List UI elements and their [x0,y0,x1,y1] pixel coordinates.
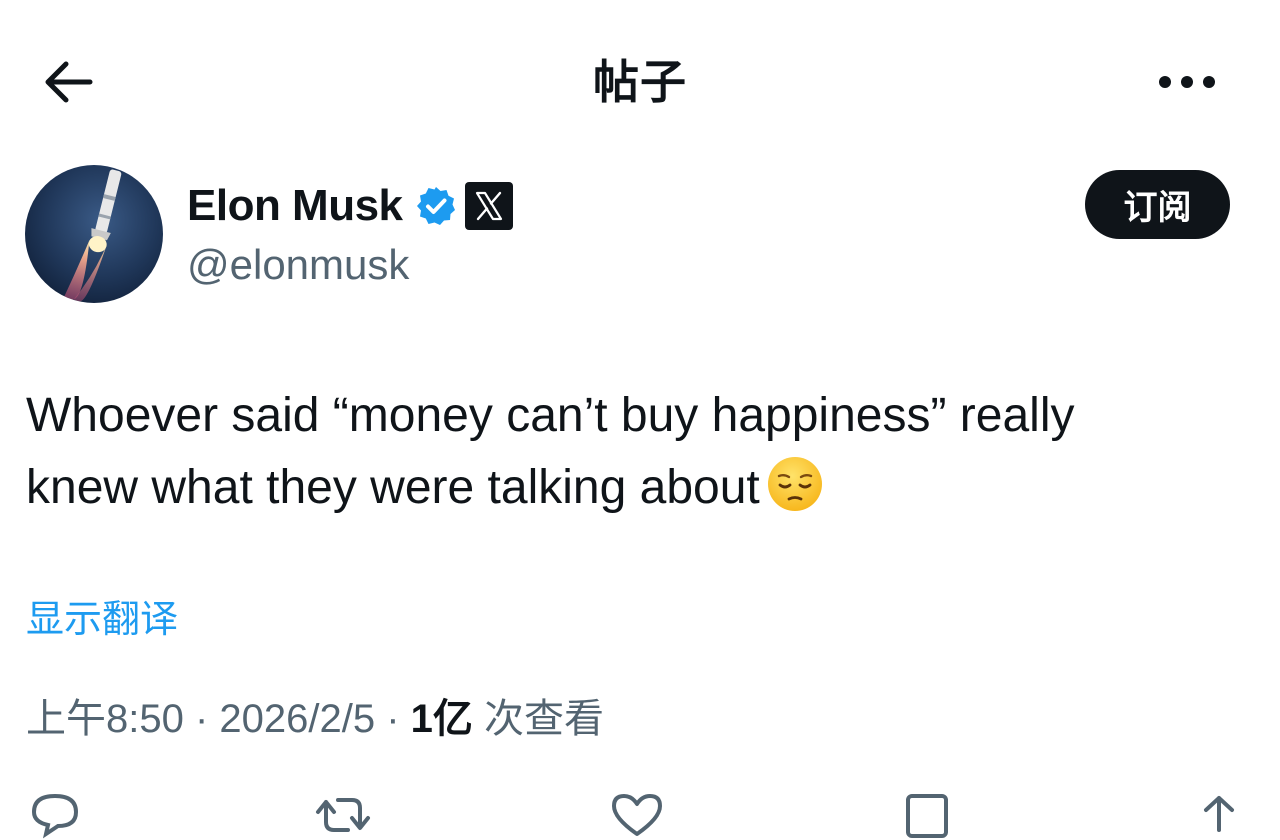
reply-icon [31,793,79,839]
tweet-time[interactable]: 上午8:50 [26,697,184,741]
more-dots-icon [1159,76,1215,88]
tweet-text-line-2: knew what they were talking about [26,452,1246,534]
avatar-rocket-image [25,165,163,303]
bookmark-icon [906,794,948,838]
page-title: 帖子 [593,56,687,108]
show-translation-link[interactable]: 显示翻译 [26,595,178,645]
meta-separator: · [183,697,220,741]
author-handle[interactable]: @elonmusk [187,240,409,290]
views-count[interactable]: 1亿 [411,697,473,741]
tweet-actions-bar [0,790,1280,839]
reply-button[interactable] [26,790,84,840]
meta-separator: · [375,697,411,741]
x-affiliation-icon[interactable] [464,182,513,230]
retweet-icon [316,798,370,832]
like-icon [612,794,662,836]
tweet-date[interactable]: 2026/2/5 [219,697,375,741]
top-bar: 帖子 [0,0,1280,160]
share-icon [1204,796,1234,832]
verified-badge-icon[interactable] [415,185,457,227]
tweet-text-line-2-content: knew what they were talking about [26,461,760,514]
subscribe-button[interactable]: 订阅 [1085,170,1230,239]
share-button[interactable] [1194,790,1244,840]
retweet-button[interactable] [312,790,374,840]
author-display-name[interactable]: Elon Musk [187,180,403,232]
tweet-text: Whoever said “money can’t buy happiness”… [26,380,1246,534]
tweet-metadata: 上午8:50 · 2026/2/5 · 1亿 次查看 [26,692,604,746]
bookmark-button[interactable] [902,790,952,840]
views-label[interactable]: 次查看 [473,697,604,741]
author-name-row: Elon Musk [187,178,513,234]
tweet-text-line-1: Whoever said “money can’t buy happiness”… [26,389,1075,442]
like-button[interactable] [608,790,666,840]
pensive-face-icon [766,455,824,534]
more-options-button[interactable] [1152,62,1222,102]
avatar[interactable] [25,165,163,303]
